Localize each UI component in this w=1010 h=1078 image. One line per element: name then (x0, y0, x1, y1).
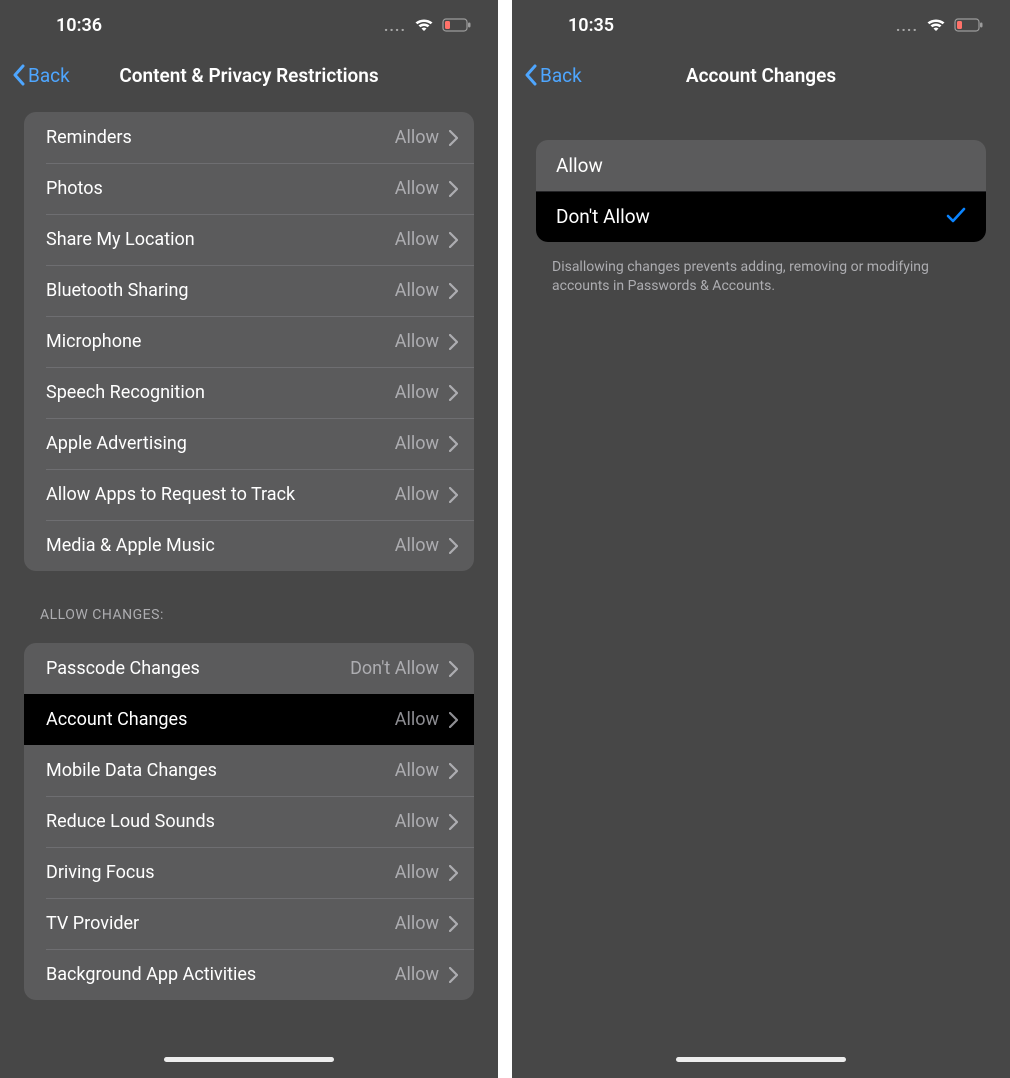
row-value: Allow (395, 913, 439, 934)
status-time: 10:36 (56, 15, 102, 36)
option-label: Allow (556, 154, 603, 177)
row-label: Reduce Loud Sounds (46, 811, 395, 832)
row-value: Don't Allow (350, 658, 439, 679)
row-label: Driving Focus (46, 862, 395, 883)
chevron-right-icon (449, 181, 458, 197)
row-value: Allow (395, 331, 439, 352)
chevron-right-icon (449, 334, 458, 350)
settings-row[interactable]: Allow Apps to Request to TrackAllow (24, 469, 474, 520)
battery-low-icon (954, 18, 984, 32)
chevron-right-icon (449, 661, 458, 677)
status-time: 10:35 (568, 15, 614, 36)
check-icon (946, 205, 966, 228)
row-label: Bluetooth Sharing (46, 280, 395, 301)
row-label: Reminders (46, 127, 395, 148)
row-label: Microphone (46, 331, 395, 352)
row-value: Allow (395, 535, 439, 556)
chevron-right-icon (449, 283, 458, 299)
status-bar: 10:35 .... (512, 0, 1010, 50)
chevron-right-icon (449, 487, 458, 503)
content-scroll[interactable]: RemindersAllowPhotosAllowShare My Locati… (0, 112, 498, 1044)
row-label: Allow Apps to Request to Track (46, 484, 395, 505)
chevron-right-icon (449, 232, 458, 248)
cellular-dots-icon: .... (896, 16, 918, 35)
back-label: Back (28, 64, 70, 87)
cellular-dots-icon: .... (384, 16, 406, 35)
option-row-selected[interactable]: Don't Allow (536, 191, 986, 242)
chevron-right-icon (449, 712, 458, 728)
chevron-right-icon (449, 538, 458, 554)
row-label: Account Changes (46, 709, 187, 730)
status-bar: 10:36 .... (0, 0, 498, 50)
option-row[interactable]: Allow (536, 140, 986, 191)
row-value: Allow (395, 964, 439, 985)
row-label: TV Provider (46, 913, 395, 934)
settings-row[interactable]: Media & Apple MusicAllow (24, 520, 474, 571)
row-label: Apple Advertising (46, 433, 395, 454)
settings-row[interactable]: Passcode ChangesDon't Allow (24, 643, 474, 694)
allow-changes-header: ALLOW CHANGES: (0, 595, 498, 631)
row-value: Allow (395, 760, 439, 781)
settings-row[interactable]: Driving FocusAllow (24, 847, 474, 898)
settings-row[interactable]: Mobile Data ChangesAllow (24, 745, 474, 796)
nav-bar: Back Account Changes (512, 50, 1010, 100)
row-value: Allow (395, 280, 439, 301)
allow-changes-group: Passcode ChangesDon't AllowAccount Chang… (24, 643, 474, 1000)
row-label: Media & Apple Music (46, 535, 395, 556)
settings-row[interactable]: Speech RecognitionAllow (24, 367, 474, 418)
row-value: Allow (395, 382, 439, 403)
row-value: Allow (395, 127, 439, 148)
row-label: Mobile Data Changes (46, 760, 395, 781)
back-label: Back (540, 64, 582, 87)
settings-row[interactable]: Reduce Loud SoundsAllow (24, 796, 474, 847)
wifi-icon (926, 18, 946, 32)
wifi-icon (414, 18, 434, 32)
footer-note: Disallowing changes prevents adding, rem… (512, 248, 1010, 296)
phone-left: 10:36 .... Back Content & Privacy Restri… (0, 0, 498, 1078)
settings-row[interactable]: RemindersAllow (24, 112, 474, 163)
nav-title: Account Changes (512, 64, 1010, 87)
row-label: Photos (46, 178, 395, 199)
settings-row[interactable]: TV ProviderAllow (24, 898, 474, 949)
option-group: Allow Don't Allow (536, 140, 986, 242)
row-label: Speech Recognition (46, 382, 395, 403)
settings-row[interactable]: PhotosAllow (24, 163, 474, 214)
row-label: Share My Location (46, 229, 395, 250)
settings-row[interactable]: Share My LocationAllow (24, 214, 474, 265)
row-label: Passcode Changes (46, 658, 350, 679)
row-value: Allow (395, 178, 439, 199)
row-value: Allow (395, 709, 439, 730)
home-indicator[interactable] (164, 1057, 334, 1062)
row-value: Allow (395, 229, 439, 250)
settings-row-highlighted[interactable]: Account Changes Allow (24, 694, 474, 745)
chevron-right-icon (449, 763, 458, 779)
option-label: Don't Allow (556, 205, 650, 228)
settings-row[interactable]: Background App ActivitiesAllow (24, 949, 474, 1000)
phone-right: 10:35 .... Back Account Changes Allow Don… (512, 0, 1010, 1078)
row-value: Allow (395, 811, 439, 832)
chevron-right-icon (449, 130, 458, 146)
row-label: Background App Activities (46, 964, 395, 985)
settings-row[interactable]: Bluetooth SharingAllow (24, 265, 474, 316)
settings-row[interactable]: MicrophoneAllow (24, 316, 474, 367)
back-button[interactable]: Back (524, 64, 582, 87)
chevron-right-icon (449, 436, 458, 452)
home-indicator[interactable] (676, 1057, 846, 1062)
privacy-group: RemindersAllowPhotosAllowShare My Locati… (24, 112, 474, 571)
battery-low-icon (442, 18, 472, 32)
back-button[interactable]: Back (12, 64, 70, 87)
row-value: Allow (395, 433, 439, 454)
nav-bar: Back Content & Privacy Restrictions (0, 50, 498, 100)
chevron-right-icon (449, 814, 458, 830)
chevron-right-icon (449, 916, 458, 932)
row-value: Allow (395, 862, 439, 883)
nav-title: Content & Privacy Restrictions (0, 64, 498, 87)
chevron-right-icon (449, 967, 458, 983)
chevron-right-icon (449, 385, 458, 401)
content: Allow Don't Allow Disallowing changes pre… (512, 140, 1010, 316)
settings-row[interactable]: Apple AdvertisingAllow (24, 418, 474, 469)
row-value: Allow (395, 484, 439, 505)
chevron-right-icon (449, 865, 458, 881)
